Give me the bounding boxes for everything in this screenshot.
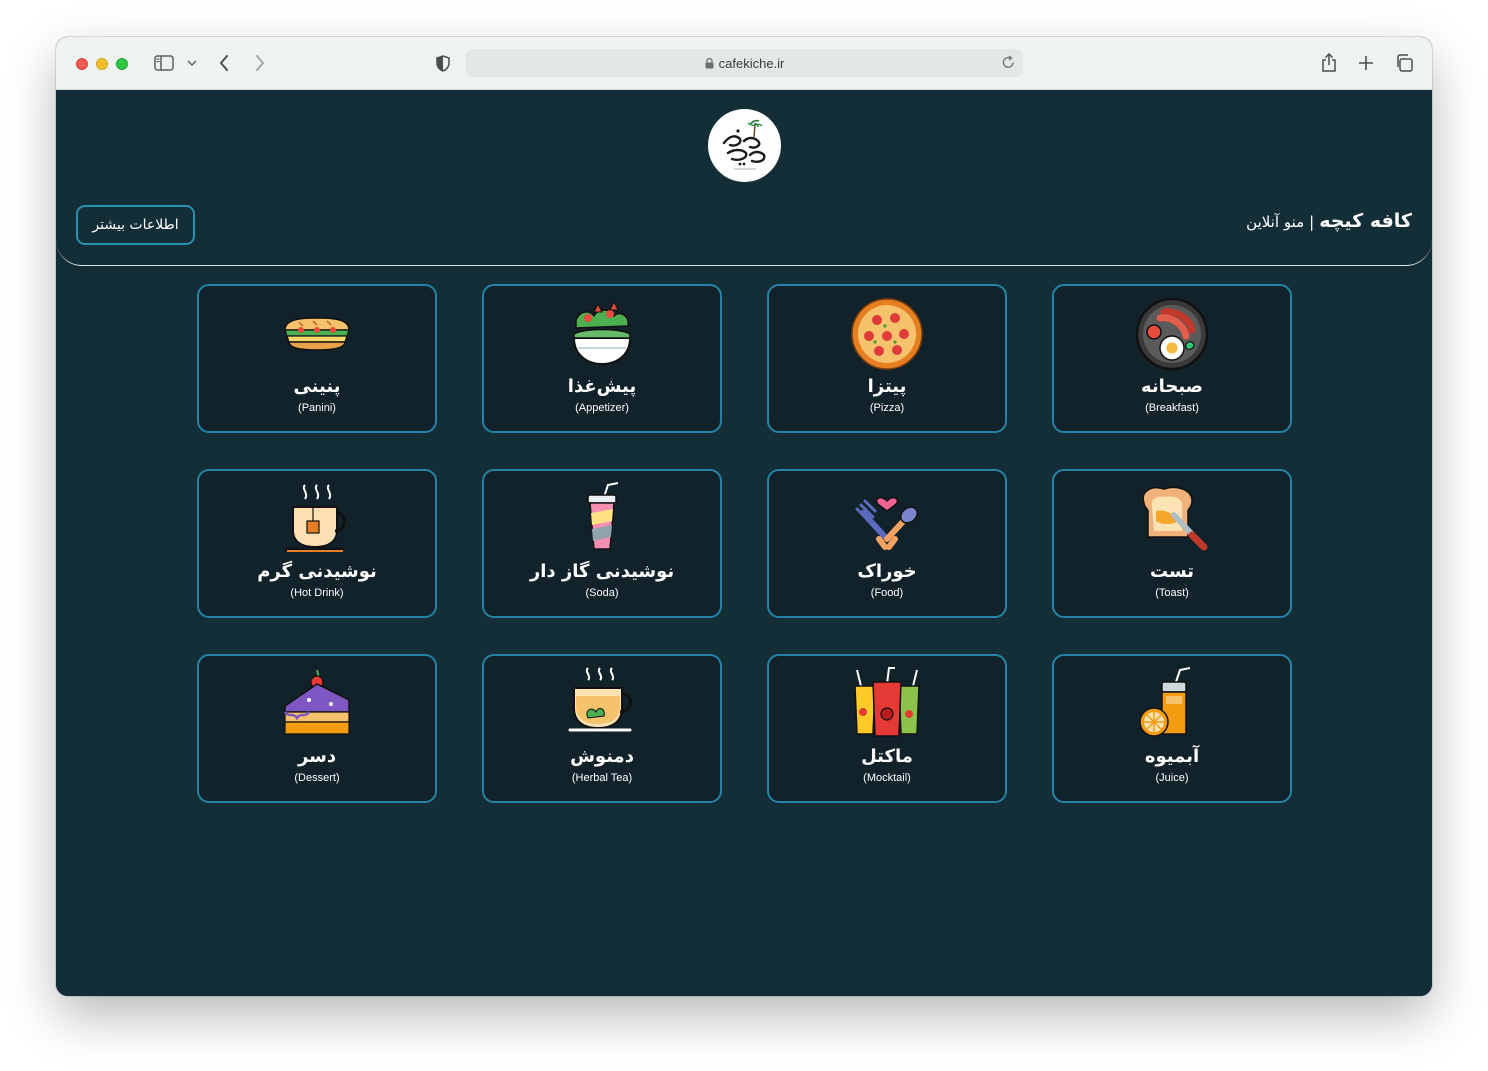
category-name-en: (Appetizer) — [575, 402, 629, 414]
category-card-food[interactable]: خوراک (Food) — [767, 469, 1007, 618]
cafe-logo[interactable] — [708, 109, 781, 182]
category-name-fa: ماکتل — [861, 746, 913, 767]
herbal-tea-icon — [568, 667, 633, 732]
category-name-en: (Pizza) — [869, 402, 905, 414]
category-card-pizza[interactable]: پیتزا (Pizza) — [767, 284, 1007, 433]
back-icon[interactable] — [216, 54, 232, 72]
category-name-fa: دمنوش — [570, 746, 634, 767]
address-bar[interactable]: cafekiche.ir — [466, 49, 1023, 77]
mocktail-icon — [854, 667, 920, 737]
reload-icon[interactable] — [1002, 55, 1015, 69]
logo-icon — [722, 119, 765, 169]
category-name-fa: دسر — [297, 746, 337, 767]
close-window-button[interactable] — [76, 58, 88, 70]
sandwich-icon — [284, 317, 350, 351]
category-card-hot-drink[interactable]: نوشیدنی گرم (Hot Drink) — [197, 469, 437, 618]
category-card-juice[interactable]: آبمیوه (Juice) — [1052, 654, 1292, 803]
lock-icon — [705, 57, 714, 69]
category-name-fa: خوراک — [857, 561, 917, 582]
brand-name: کافه کیچه — [1319, 210, 1412, 232]
category-grid: صبحانه (Breakfast) — [196, 284, 1292, 803]
more-info-button[interactable]: اطلاعات بیشتر — [76, 205, 195, 245]
category-name-en: (Breakfast) — [1145, 402, 1199, 414]
brand-separator: | — [1309, 213, 1315, 231]
dessert-icon — [283, 669, 350, 735]
brand-title: کافه کیچه | منو آنلاین — [1246, 210, 1412, 240]
category-name-en: (Food) — [870, 587, 904, 599]
browser-window: cafekiche.ir اطلاعات بیشتر کافه کیچه | م… — [56, 37, 1432, 996]
site-header: اطلاعات بیشتر کافه کیچه | منو آنلاین — [56, 90, 1432, 266]
breakfast-icon — [1135, 297, 1209, 371]
minimize-window-button[interactable] — [96, 58, 108, 70]
food-icon — [855, 496, 918, 550]
category-card-panini[interactable]: پنینی (Panini) — [197, 284, 437, 433]
maximize-window-button[interactable] — [116, 58, 128, 70]
chevron-down-icon[interactable] — [186, 57, 198, 69]
hot-drink-icon — [285, 484, 346, 552]
category-card-dessert[interactable]: دسر (Dessert) — [197, 654, 437, 803]
juice-icon — [1139, 667, 1191, 737]
category-name-fa: نوشیدنی گاز دار — [529, 561, 675, 582]
forward-icon[interactable] — [252, 54, 268, 72]
browser-toolbar: cafekiche.ir — [56, 37, 1432, 90]
category-name-en: (Toast) — [1155, 587, 1189, 599]
category-name-en: (Dessert) — [294, 772, 340, 784]
sidebar-toggle-icon[interactable] — [153, 54, 175, 72]
category-card-breakfast[interactable]: صبحانه (Breakfast) — [1052, 284, 1292, 433]
category-name-fa: صبحانه — [1140, 376, 1204, 397]
category-name-en: (Soda) — [585, 587, 619, 599]
toast-icon — [1142, 486, 1208, 551]
category-card-appetizer[interactable]: پیش‌غذا (Appetizer) — [482, 284, 722, 433]
salad-icon — [572, 300, 632, 366]
category-name-fa: نوشیدنی گرم — [257, 561, 377, 582]
privacy-shield-icon[interactable] — [434, 54, 452, 72]
pizza-icon — [851, 298, 923, 370]
category-name-fa: پیتزا — [867, 376, 907, 397]
share-icon[interactable] — [1319, 52, 1339, 74]
page-content: اطلاعات بیشتر کافه کیچه | منو آنلاین صبح… — [56, 90, 1432, 996]
category-name-en: (Juice) — [1155, 772, 1189, 784]
category-name-en: (Panini) — [298, 402, 336, 414]
category-card-soda[interactable]: نوشیدنی گاز دار (Soda) — [482, 469, 722, 618]
category-card-mocktail[interactable]: ماکتل (Mocktail) — [767, 654, 1007, 803]
category-name-fa: تست — [1149, 561, 1195, 582]
new-tab-icon[interactable] — [1356, 53, 1376, 73]
category-card-toast[interactable]: تست (Toast) — [1052, 469, 1292, 618]
category-card-herbal-tea[interactable]: دمنوش (Herbal Tea) — [482, 654, 722, 803]
category-name-en: (Hot Drink) — [290, 587, 344, 599]
category-name-en: (Herbal Tea) — [571, 772, 633, 784]
tab-overview-icon[interactable] — [1393, 53, 1415, 73]
category-name-fa: آبمیوه — [1144, 746, 1200, 767]
soda-icon — [587, 482, 619, 550]
brand-subtitle: منو آنلاین — [1246, 213, 1305, 231]
category-name-en: (Mocktail) — [863, 772, 911, 784]
category-name-fa: پنینی — [293, 376, 341, 397]
url-text: cafekiche.ir — [718, 55, 785, 71]
category-name-fa: پیش‌غذا — [567, 376, 637, 397]
